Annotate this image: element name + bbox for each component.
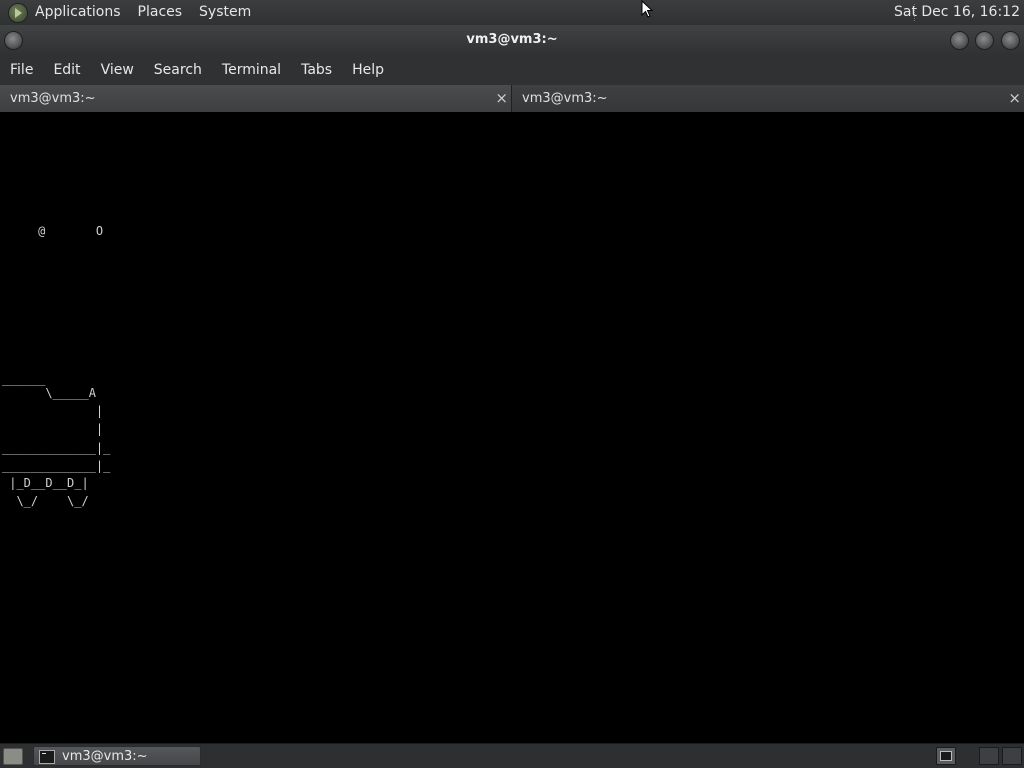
top-panel-menu: Applications Places System	[0, 0, 268, 25]
terminal-tab-2[interactable]: vm3@vm3:~ ×	[512, 85, 1024, 112]
taskbar-button-label: vm3@vm3:~	[62, 749, 148, 764]
menu-help[interactable]: Help	[342, 55, 394, 85]
panel-clock[interactable]: Sat Dec 16, 16:12	[884, 0, 1024, 25]
minimize-button[interactable]	[950, 31, 969, 50]
top-panel: Applications Places System Sat Dec 16, 1…	[0, 0, 1024, 25]
panel-menu-applications[interactable]: Applications	[35, 0, 121, 25]
terminal-line: _____________|_	[2, 459, 111, 473]
tab-bar: vm3@vm3:~ × vm3@vm3:~ ×	[0, 85, 1024, 112]
menu-search[interactable]: Search	[144, 55, 212, 85]
terminal-icon	[39, 750, 55, 764]
screen: Applications Places System Sat Dec 16, 1…	[0, 0, 1024, 768]
show-desktop-icon[interactable]	[3, 748, 23, 765]
panel-menu-places[interactable]: Places	[138, 0, 183, 25]
terminal-line: \_/ \_/	[2, 494, 89, 508]
menubar: File Edit View Search Terminal Tabs Help	[0, 55, 1024, 85]
close-tab-icon[interactable]: ×	[1008, 85, 1021, 112]
workspace-switcher-1[interactable]	[936, 747, 956, 765]
taskbar-button-terminal[interactable]: vm3@vm3:~	[33, 746, 201, 766]
tab-label: vm3@vm3:~	[522, 91, 608, 106]
terminal-line: |	[2, 404, 104, 418]
menu-view[interactable]: View	[91, 55, 144, 85]
terminal-line: \_____A	[2, 386, 96, 400]
mouse-pointer-icon	[641, 0, 653, 18]
terminal-line: |	[2, 422, 104, 436]
menu-edit[interactable]: Edit	[43, 55, 90, 85]
tab-label: vm3@vm3:~	[10, 91, 96, 106]
workspace-switcher-2[interactable]	[979, 747, 999, 765]
applications-logo-icon[interactable]	[8, 2, 28, 23]
panel-menu-system[interactable]: System	[199, 0, 251, 25]
maximize-button[interactable]	[975, 31, 994, 50]
terminal-line: |_D__D__D_|	[2, 476, 89, 490]
terminal-tab-1[interactable]: vm3@vm3:~ ×	[0, 85, 512, 112]
menu-tabs[interactable]: Tabs	[291, 55, 342, 85]
workspace-switcher-3[interactable]	[1002, 747, 1022, 765]
bottom-panel: vm3@vm3:~	[0, 743, 1024, 768]
terminal-line: _____________|_	[2, 441, 111, 455]
terminal-line: @ O	[2, 224, 104, 238]
menu-file[interactable]: File	[0, 55, 43, 85]
window-menu-button[interactable]	[4, 31, 23, 50]
terminal-output[interactable]: @ O ______ \_____A | | _____________|_ _…	[0, 112, 1024, 743]
window-titlebar[interactable]: vm3@vm3:~	[0, 25, 1024, 55]
window-title: vm3@vm3:~	[466, 32, 558, 47]
close-window-button[interactable]	[1001, 31, 1020, 50]
close-tab-icon[interactable]: ×	[495, 85, 508, 112]
menu-terminal[interactable]: Terminal	[212, 55, 291, 85]
